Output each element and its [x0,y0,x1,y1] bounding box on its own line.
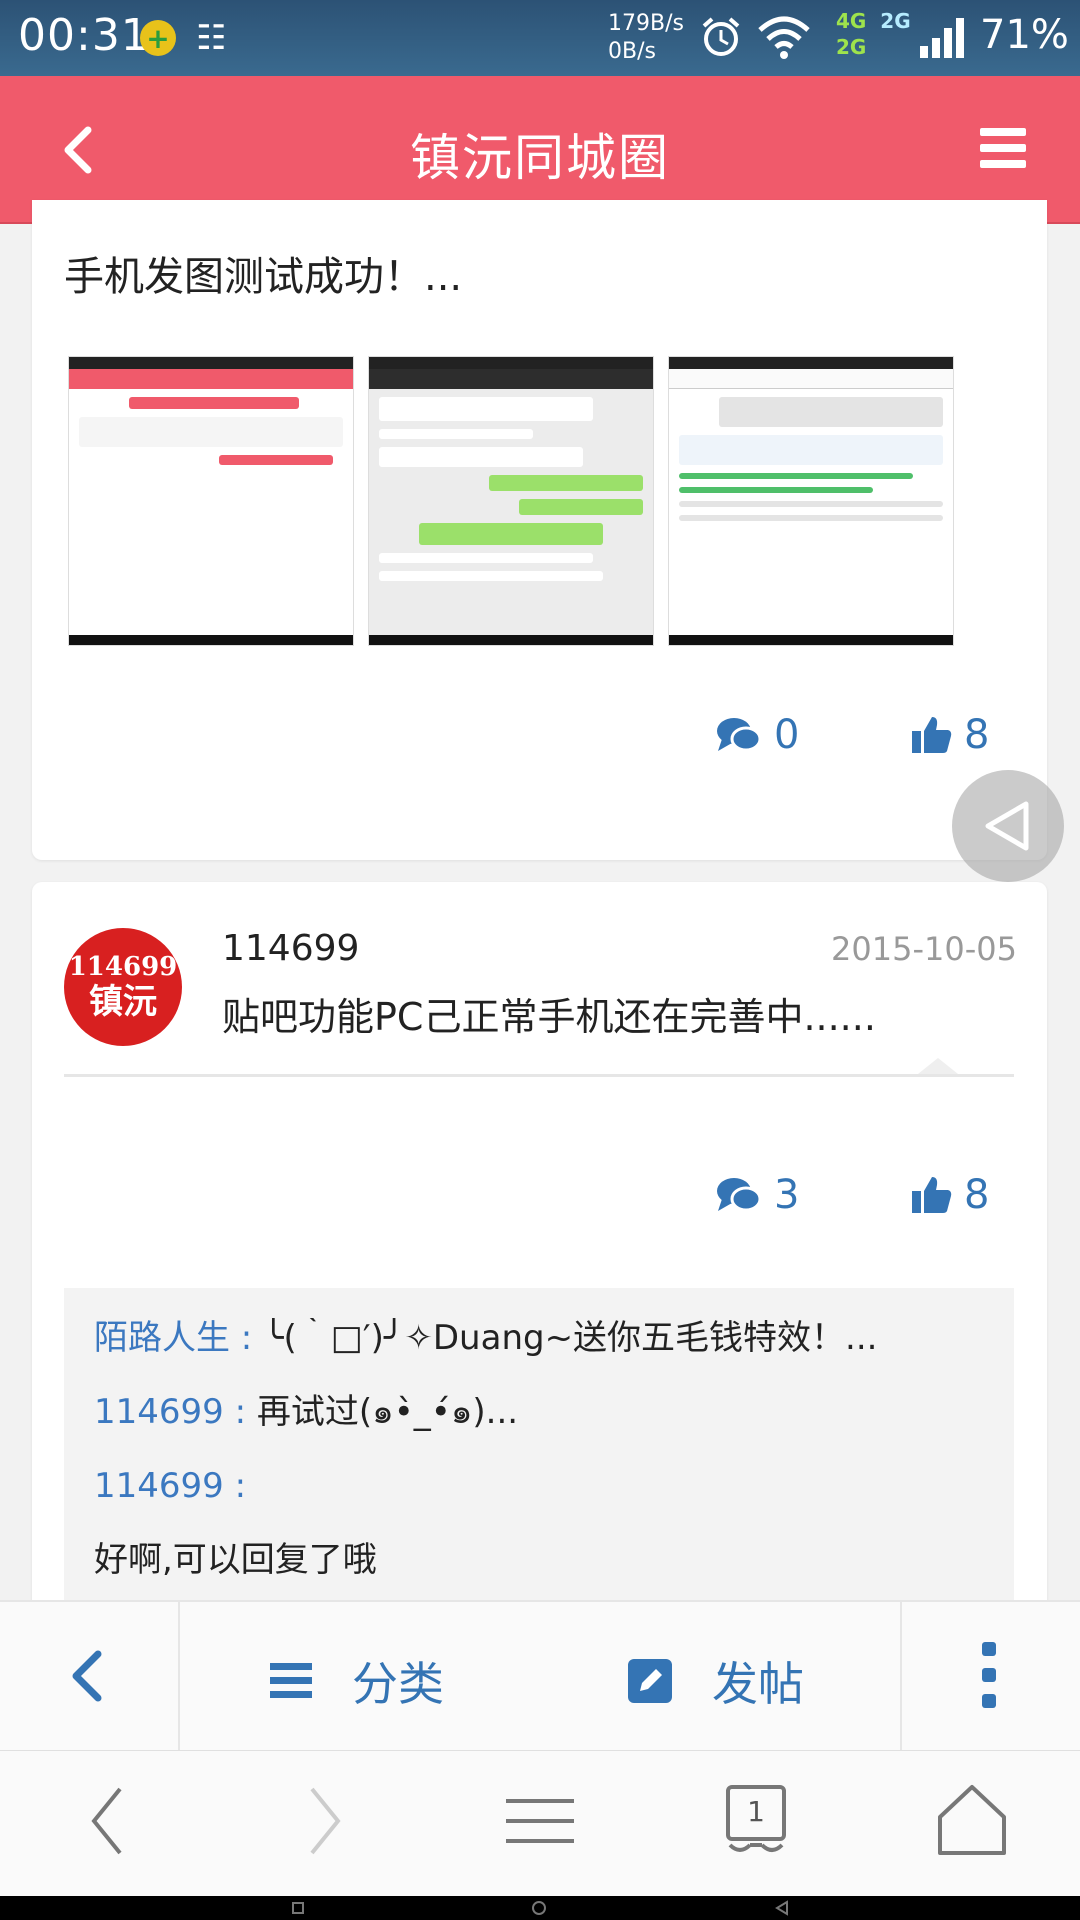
reply-text: 再试过(๑•̀_•́๑)... [256,1392,519,1432]
reply-item[interactable]: 114699 : [94,1466,984,1506]
speed-down: 0B/s [608,39,656,64]
browser-menu-icon[interactable] [500,1781,580,1861]
like-count[interactable]: 8 [912,712,989,758]
comment-count-value: 0 [774,712,800,758]
speed-up: 179B/s [608,11,684,36]
thumbs-up-icon [912,717,952,753]
reply-text: 好啊,可以回复了哦 [94,1540,377,1580]
comment-count[interactable]: 0 [716,712,799,758]
reply-text: ╰(｀□′)╯✧Duang~送你五毛钱特效！... [263,1318,878,1358]
home-icon[interactable] [532,1901,546,1915]
nav-back-icon[interactable] [774,1900,790,1916]
bottom-toolbar: 分类 发帖 [0,1600,1080,1752]
post-image-thumbnail[interactable] [68,356,354,646]
battery-level: 71% [980,12,1069,58]
browser-toolbar: 1 [0,1750,1080,1896]
thumbs-up-icon [912,1177,952,1213]
post-label: 发帖 [712,1657,804,1711]
post-date: 2015-10-05 [831,930,1017,968]
app-notification-icon: + [140,20,176,56]
net-2g-top: 2G [880,9,911,33]
divider-notch [918,1058,958,1074]
comment-count-value: 3 [774,1172,800,1218]
comment-icon [717,718,762,752]
signal-icon [920,18,964,58]
toolbar-separator [178,1602,180,1752]
recents-icon[interactable] [292,1902,304,1914]
status-bar: 00:31 + ☷ 179B/s 0B/s 4G 2G 2G 71% [0,0,1080,76]
like-count-value: 8 [964,1172,990,1218]
reply-item[interactable]: 好啊,可以回复了哦 [94,1540,984,1580]
page-title: 镇沅同城圈 [410,129,670,187]
new-post-button[interactable]: 发帖 [628,1648,804,1714]
browser-back-icon[interactable] [68,1781,148,1861]
avatar-text-2: 镇沅 [89,982,157,1022]
post-image-thumbnail[interactable] [368,356,654,646]
like-count[interactable]: 8 [912,1172,989,1218]
avatar[interactable]: 114699 镇沅 [64,928,182,1046]
toolbar-separator [900,1602,902,1752]
category-label: 分类 [352,1657,444,1711]
browser-forward-icon[interactable] [284,1781,364,1861]
post-text[interactable]: 贴吧功能PC己正常手机还在完善中...... [222,986,876,1041]
menu-icon[interactable] [980,128,1026,168]
system-nav-bar [0,1896,1080,1920]
post-image-thumbnail[interactable] [668,356,954,646]
comment-count[interactable]: 3 [716,1172,799,1218]
reply-author[interactable]: 陌路人生 : [94,1318,263,1358]
notification-glyph-icon: ☷ [196,18,227,58]
triangle-left-icon [985,801,1029,851]
reply-item[interactable]: 陌路人生 : ╰(｀□′)╯✧Duang~送你五毛钱特效！... [94,1318,984,1358]
username[interactable]: 114699 [222,928,359,969]
reply-list: 陌路人生 : ╰(｀□′)╯✧Duang~送你五毛钱特效！... 114699 … [64,1288,1014,1608]
like-count-value: 8 [964,712,990,758]
post-card: 手机发图测试成功！... 0 8 [32,200,1047,860]
alarm-icon [702,17,740,56]
divider [64,1074,1014,1077]
floating-back-button[interactable] [952,770,1064,882]
back-icon[interactable] [60,1646,120,1706]
tab-count: 1 [747,1795,765,1828]
network-speed: 179B/s 0B/s [608,10,684,66]
status-time: 00:31 [18,10,150,61]
wifi-icon [758,16,810,59]
edit-icon [628,1659,672,1703]
category-button[interactable]: 分类 [270,1648,444,1714]
reply-author[interactable]: 114699 : [94,1466,246,1506]
more-icon[interactable] [982,1642,998,1722]
post-card: 114699 镇沅 114699 2015-10-05 贴吧功能PC己正常手机还… [32,882,1047,1608]
list-icon [270,1663,312,1698]
browser-tabs-button[interactable]: 1 [716,1781,796,1861]
browser-home-icon[interactable] [932,1781,1012,1861]
post-text[interactable]: 手机发图测试成功！... [64,244,462,302]
net-2g: 2G [836,35,867,59]
reply-item[interactable]: 114699 : 再试过(๑•̀_•́๑)... [94,1392,984,1432]
net-4g: 4G [836,9,867,33]
avatar-text-1: 114699 [68,952,178,982]
network-type: 4G 2G 2G [836,8,911,60]
comment-icon [717,1178,762,1212]
reply-author[interactable]: 114699 : [94,1392,257,1432]
